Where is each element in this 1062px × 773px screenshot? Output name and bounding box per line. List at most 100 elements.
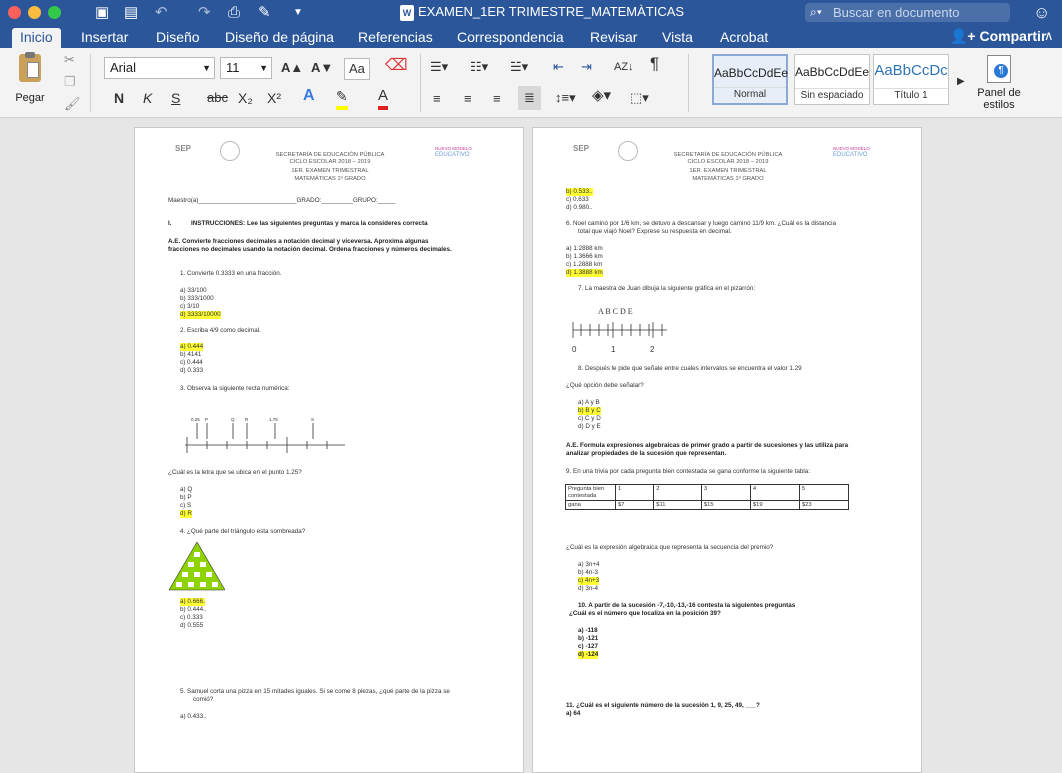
italic-button[interactable]: K: [143, 88, 152, 108]
document-title: EXAMEN_1ER TRIMESTRE_MATEMÀTICAS: [418, 4, 685, 19]
font-size-value: 11: [226, 60, 240, 75]
header-line-2: CICLO ESCOLAR 2018 – 2019: [687, 159, 769, 165]
seal-icon: [618, 141, 638, 161]
number-line-label: P: [205, 417, 208, 422]
table-cell: $19: [749, 500, 800, 510]
style-sample: AaBbCcDdEe: [714, 66, 789, 80]
grow-font-button[interactable]: A▲: [281, 58, 303, 78]
tab-diseno-de-pagina[interactable]: Diseño de página: [217, 28, 342, 48]
table-cell: gana: [565, 500, 616, 510]
table-cell: 1: [614, 484, 655, 501]
table-cell: 4: [749, 484, 800, 501]
ribbon-separator: [90, 54, 91, 112]
option: a) Q: [180, 486, 193, 493]
question-5: 5. Samuel corta una pizza en 15 mitades …: [180, 688, 450, 695]
table-cell: $15: [700, 500, 751, 510]
tab-insertar[interactable]: Insertar: [73, 28, 136, 48]
paste-button[interactable]: Pegar: [10, 52, 50, 110]
underline-button[interactable]: S: [171, 88, 180, 108]
print-icon[interactable]: ⎙: [228, 3, 240, 23]
strikethrough-button[interactable]: abc: [207, 88, 228, 108]
logo-text-1: NUEVO MODELO: [833, 146, 870, 151]
table-cell: $11: [653, 500, 702, 510]
align-left-icon[interactable]: ≡: [433, 89, 441, 109]
numbering-icon[interactable]: ☷▾: [470, 57, 488, 77]
show-formatting-icon[interactable]: ¶: [650, 54, 659, 74]
graph-letters: A B C D E: [598, 307, 633, 316]
zoom-window-button[interactable]: [48, 6, 61, 19]
interval-graph: [572, 322, 667, 338]
font-color-icon[interactable]: A: [378, 86, 389, 110]
save-icon[interactable]: ▤: [124, 3, 138, 23]
close-window-button[interactable]: [8, 6, 21, 19]
feedback-smiley-icon[interactable]: ☺: [1033, 3, 1050, 23]
tab-vista[interactable]: Vista: [654, 28, 701, 48]
style-normal[interactable]: AaBbCcDdEe Normal: [712, 54, 788, 105]
chevron-down-icon: ▼: [259, 63, 268, 73]
option: d) 0.980..: [566, 204, 593, 211]
highlight-icon[interactable]: ✎: [336, 86, 348, 110]
font-size-select[interactable]: 11 ▼: [220, 57, 272, 79]
shaded-triangle-figure: [169, 542, 225, 591]
style-titulo-1[interactable]: AaBbCcDc Título 1: [873, 54, 949, 105]
header-line-2: CICLO ESCOLAR 2018 – 2019: [289, 159, 371, 165]
font-name-select[interactable]: Arial ▼: [104, 57, 215, 79]
clear-formatting-icon[interactable]: ⌫: [385, 56, 408, 76]
shading-icon[interactable]: ◈▾: [592, 86, 611, 106]
tab-correspondencia[interactable]: Correspondencia: [449, 28, 572, 48]
option: b) 0.444..: [180, 606, 207, 613]
change-case-button[interactable]: Aa: [344, 58, 370, 80]
option: c) 1.2888 km: [566, 261, 603, 268]
tab-diseno[interactable]: Diseño: [148, 28, 208, 48]
style-sin-espaciado[interactable]: AaBbCcDdEe Sin espaciado: [794, 54, 870, 105]
styles-gallery-next-icon[interactable]: ▶: [957, 72, 965, 92]
bullets-icon[interactable]: ☰▾: [430, 57, 448, 77]
collapse-ribbon-icon[interactable]: ∧: [1044, 28, 1054, 44]
logo-text-2: EDUCATIVO: [833, 152, 868, 158]
sidebar-icon[interactable]: ▣: [95, 3, 109, 23]
tab-revisar[interactable]: Revisar: [582, 28, 645, 48]
question-5-cont: comió?: [193, 696, 214, 703]
tab-inicio[interactable]: Inicio: [12, 28, 61, 48]
shrink-font-button[interactable]: A▼: [311, 58, 333, 78]
search-input[interactable]: ⌕▾ Buscar en documento: [805, 3, 1010, 22]
document-page-1[interactable]: SEP SECRETARÍA DE EDUCACIÓN PÚBLICA CICL…: [134, 127, 524, 773]
share-button[interactable]: 👤+ Compartir: [950, 28, 1046, 45]
borders-icon[interactable]: ⬚▾: [630, 88, 649, 108]
undo-icon[interactable]: ↶: [155, 3, 168, 23]
graph-tick-label: 0: [572, 345, 577, 354]
ribbon-separator: [420, 54, 421, 112]
decrease-indent-icon[interactable]: ⇤: [553, 57, 564, 77]
tab-acrobat[interactable]: Acrobat: [712, 28, 776, 48]
chevron-down-icon: ▼: [202, 63, 211, 73]
option: a) 33/100: [180, 287, 207, 294]
subscript-button[interactable]: X₂: [238, 88, 253, 108]
word-document-icon: W: [400, 5, 414, 21]
minimize-window-button[interactable]: [28, 6, 41, 19]
redo-icon[interactable]: ↷: [198, 3, 211, 23]
question-8: 8. Después le pide que señale entre cual…: [578, 365, 802, 372]
tab-referencias[interactable]: Referencias: [350, 28, 441, 48]
styles-pane-button[interactable]: ¶ Panel de estilos: [973, 55, 1025, 115]
align-right-icon[interactable]: ≡: [493, 89, 501, 109]
document-page-2[interactable]: SEP SECRETARÍA DE EDUCACIÓN PÚBLICA CICL…: [532, 127, 922, 773]
bold-button[interactable]: N: [114, 88, 124, 108]
text-effects-icon[interactable]: A: [303, 86, 315, 106]
line-spacing-icon[interactable]: ↕≡▾: [555, 88, 576, 108]
multilevel-list-icon[interactable]: ☱▾: [510, 57, 528, 77]
sort-icon[interactable]: AZ↓: [614, 57, 634, 77]
justify-icon[interactable]: ≣: [518, 86, 541, 110]
option-highlighted: d) 3333/10000: [180, 311, 221, 319]
copy-icon[interactable]: ❐: [64, 72, 76, 92]
customize-icon[interactable]: ✎: [258, 3, 271, 23]
question-8b: ¿Qué opción debe señalar?: [566, 382, 644, 389]
format-painter-icon[interactable]: 🖌: [64, 94, 81, 114]
superscript-button[interactable]: X²: [267, 88, 281, 108]
option-highlighted: b) 0.533..: [566, 188, 593, 196]
more-icon[interactable]: ▼: [293, 3, 303, 23]
cut-icon[interactable]: ✂: [64, 50, 75, 70]
question-4: 4. ¿Qué parte del triángulo esta sombrea…: [180, 528, 306, 535]
increase-indent-icon[interactable]: ⇥: [581, 57, 592, 77]
align-center-icon[interactable]: ≡: [464, 89, 472, 109]
question-2: 2. Escriba 4/9 como decimal.: [180, 327, 261, 334]
